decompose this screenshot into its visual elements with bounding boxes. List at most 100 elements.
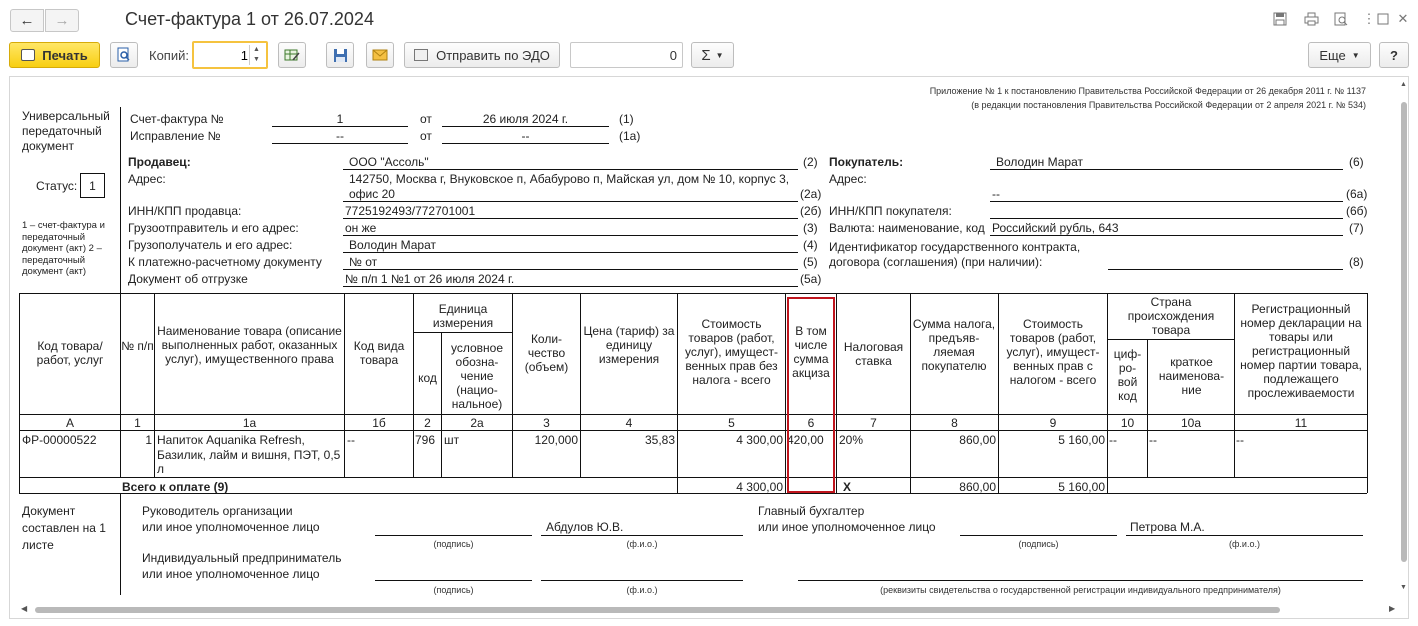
contract-label-line-2: договора (соглашения) (при наличии): <box>829 255 1043 269</box>
maximize-icon[interactable] <box>1375 11 1391 27</box>
row-price: 35,83 <box>644 433 675 447</box>
head-name: Абдулов Ю.В. <box>546 520 624 534</box>
window-title: Счет-фактура 1 от 26.07.2024 <box>125 9 374 29</box>
header-reg: Регистрационный номер декларации на това… <box>1240 302 1362 400</box>
horizontal-scrollbar[interactable]: ◀ ▶ <box>10 602 1408 616</box>
header-country-name: краткое наименова- ние <box>1158 355 1225 397</box>
vertical-scrollbar[interactable]: ▲ ▼ <box>1399 77 1408 600</box>
header-unit-name: условное обозна- чение (нацио- нальное) <box>450 341 504 411</box>
buyer-inn-label: ИНН/КПП покупателя: <box>829 204 952 218</box>
accountant-name: Петрова М.А. <box>1130 520 1205 534</box>
invoice-code: (1) <box>619 112 634 126</box>
save-icon[interactable] <box>1272 11 1288 27</box>
preview-button[interactable] <box>110 42 138 68</box>
seller-address-line-2: офис 20 <box>349 187 395 201</box>
colnum-2: 2 <box>424 416 431 430</box>
colnum-2a: 2а <box>470 416 484 430</box>
print-button[interactable]: Печать <box>9 42 100 68</box>
counter-field[interactable]: 0 <box>570 42 683 68</box>
colnum-1a: 1а <box>242 416 257 430</box>
head-fio-hint: (ф.и.о.) <box>626 539 658 549</box>
buyer-name: Володин Марат <box>996 155 1084 169</box>
payment-doc-code: (5) <box>803 255 818 269</box>
payment-doc-label: К платежно-расчетному документу <box>128 255 322 269</box>
colnum-a: А <box>65 416 74 430</box>
copies-input[interactable] <box>198 46 248 64</box>
head-label-line-2: или иное уполномоченное лицо <box>142 520 320 534</box>
colnum-1: 1 <box>134 416 141 430</box>
colnum-4: 4 <box>625 416 633 430</box>
accountant-signature-hint: (подпись) <box>1018 539 1059 549</box>
dropdown-arrow-icon: ▼ <box>1351 50 1360 60</box>
magnifier-icon <box>117 47 130 62</box>
vertical-scroll-thumb[interactable] <box>1401 102 1407 562</box>
ip-label-line-2: или иное уполномоченное лицо <box>142 567 320 581</box>
more-button-label: Еще <box>1319 47 1346 63</box>
help-button[interactable]: ? <box>1379 42 1409 68</box>
consignee-label: Грузополучатель и его адрес: <box>128 238 293 252</box>
email-button[interactable] <box>366 42 394 68</box>
invoice-date: 26 июля 2024 г. <box>482 112 569 126</box>
send-edo-button[interactable]: Отправить по ЭДО <box>404 42 560 68</box>
copies-label: Копий: <box>149 48 189 63</box>
invoice-number: 1 <box>336 112 344 126</box>
row-kind: -- <box>347 433 355 447</box>
totals-cost: 4 300,00 <box>736 480 783 494</box>
save-button[interactable] <box>326 42 354 68</box>
row-cost: 4 300,00 <box>736 433 783 447</box>
scroll-right-icon[interactable]: ▶ <box>1389 604 1395 613</box>
edo-icon <box>414 49 429 61</box>
header-code: Код товара/ работ, услуг <box>36 339 104 367</box>
seller-address-line-1: 142750, Москва г, Внуковское п, Абабуров… <box>349 172 790 186</box>
correction-code: (1а) <box>619 129 641 143</box>
scroll-up-icon[interactable]: ▲ <box>1400 81 1407 88</box>
ip-fio-hint: (ф.и.о.) <box>626 585 658 595</box>
more-button[interactable]: Еще ▼ <box>1308 42 1371 68</box>
accountant-label-line-2: или иное уполномоченное лицо <box>758 520 936 534</box>
scroll-down-icon[interactable]: ▼ <box>1400 584 1407 591</box>
header-name: Наименование товара (описание выполненны… <box>157 324 342 366</box>
shipment-doc-value: № п/п 1 №1 от 26 июля 2024 г. <box>345 272 515 286</box>
header-total: Стоимость товаров (работ, услуг), имущес… <box>1006 317 1100 387</box>
shipment-doc-label: Документ об отгрузке <box>128 272 248 286</box>
upd-title: Универсальный передаточный документ <box>22 109 110 153</box>
header-rate: Налоговая ставка <box>843 340 904 368</box>
sum-button[interactable]: Σ ▼ <box>691 42 734 68</box>
document-view[interactable]: Приложение № 1 к постановлению Правитель… <box>9 76 1409 619</box>
table-edit-icon <box>284 49 300 61</box>
scroll-left-icon[interactable]: ◀ <box>21 604 27 613</box>
table-settings-button[interactable] <box>278 42 306 68</box>
dropdown-arrow-icon: ▼ <box>715 50 724 60</box>
row-code: ФР-00000522 <box>22 433 97 447</box>
correction-from-label: от <box>420 129 432 143</box>
row-name: Напиток Aquanika Refresh, Базилик, лайм … <box>157 433 341 476</box>
header-num: № п/п <box>121 339 154 353</box>
totals-label: Всего к оплате (9) <box>122 480 229 494</box>
title-bar: ← → Счет-фактура 1 от 26.07.2024 ⋮ ✕ <box>0 0 1418 38</box>
colnum-10: 10 <box>1120 416 1135 430</box>
close-icon[interactable]: ✕ <box>1395 11 1411 27</box>
header-price: Цена (тариф) за единицу измерения <box>583 324 675 366</box>
horizontal-scroll-thumb[interactable] <box>35 607 1280 613</box>
copies-stepper[interactable]: ▲ ▼ <box>249 45 263 65</box>
colnum-10a: 10а <box>1180 416 1202 430</box>
print-icon[interactable] <box>1303 11 1319 27</box>
header-unit-code: код <box>418 371 437 385</box>
forward-button[interactable]: → <box>45 9 79 32</box>
print-button-label: Печать <box>42 47 88 63</box>
copies-field[interactable]: ▲▼ <box>192 41 268 69</box>
shipment-doc-code: (5а) <box>800 272 822 286</box>
preview-icon[interactable] <box>1333 11 1349 27</box>
row-unit-name: шт <box>444 433 460 447</box>
consignee-value: Володин Марат <box>349 238 437 252</box>
colnum-1b: 1б <box>372 416 386 430</box>
buyer-address: -- <box>992 187 1000 201</box>
back-button[interactable]: ← <box>10 9 44 32</box>
header-cost: Стоимость товаров (работ, услуг), имущес… <box>685 317 778 387</box>
header-country-code: циф- ро- вой код <box>1113 347 1142 403</box>
colnum-5: 5 <box>728 416 735 430</box>
header-qty: Коли- чество (объем) <box>524 332 569 374</box>
shipper-label: Грузоотправитель и его адрес: <box>128 221 299 235</box>
excise-column-highlight <box>787 297 835 493</box>
head-label-line-1: Руководитель организации <box>142 504 293 518</box>
